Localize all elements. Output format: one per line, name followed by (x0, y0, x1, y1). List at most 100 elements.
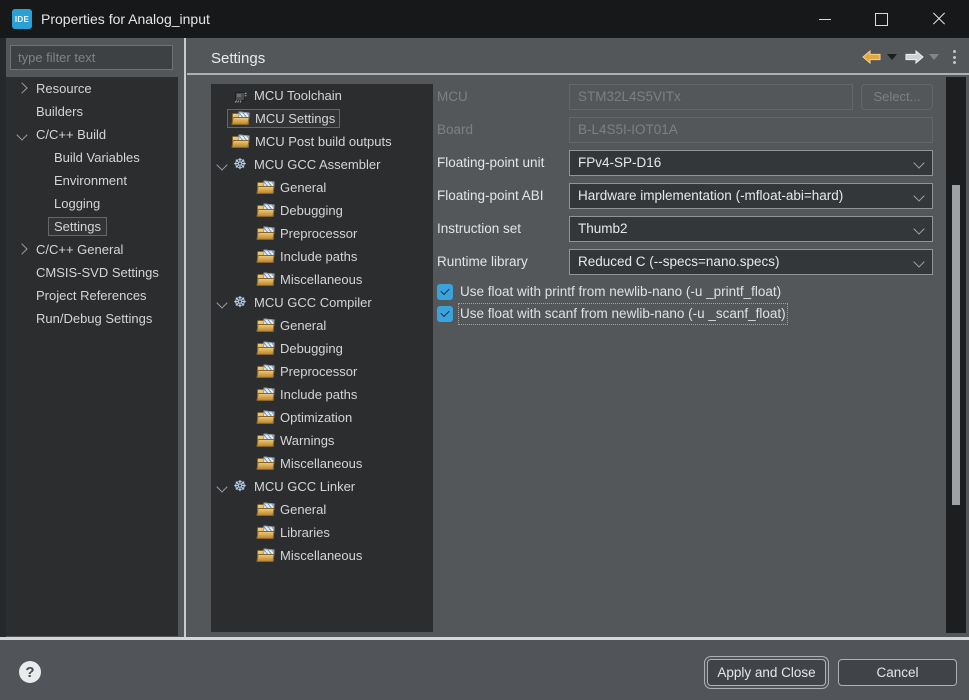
tree-item-mcu-gcc-linker[interactable]: MCU GCC Linker (211, 475, 433, 498)
chevron-down-icon[interactable] (216, 159, 227, 170)
folder-icon (257, 204, 274, 218)
folder-icon (257, 503, 274, 517)
chevron-down-icon (913, 190, 924, 201)
tree-item-mcu-gcc-compiler[interactable]: MCU GCC Compiler (211, 291, 433, 314)
printf-float-checkbox-row: Use float with printf from newlib-nano (… (437, 283, 781, 301)
properties-category-tree: Resource Builders C/C++ Build Build Vari… (6, 77, 178, 636)
cancel-button[interactable]: Cancel (838, 659, 957, 686)
sidebar-item-environment[interactable]: Environment (6, 169, 178, 192)
tree-item-compiler-warnings[interactable]: Warnings (211, 429, 433, 452)
floating-point-abi-dropdown[interactable]: Hardware implementation (-mfloat-abi=har… (569, 183, 933, 209)
sidebar-item-build-variables[interactable]: Build Variables (6, 146, 178, 169)
settings-sections-tree: MCU Toolchain MCU Settings MCU Post buil… (211, 84, 433, 632)
tree-item-compiler-debugging[interactable]: Debugging (211, 337, 433, 360)
tree-item-compiler-include-paths[interactable]: Include paths (211, 383, 433, 406)
folder-icon (257, 457, 274, 471)
checkbox-checked-icon[interactable] (437, 306, 453, 322)
tree-item-linker-libraries[interactable]: Libraries (211, 521, 433, 544)
folder-icon (257, 250, 274, 264)
tree-item-assembler-preprocessor[interactable]: Preprocessor (211, 222, 433, 245)
folder-icon (257, 273, 274, 287)
tree-item-compiler-preprocessor[interactable]: Preprocessor (211, 360, 433, 383)
sidebar-item-logging[interactable]: Logging (6, 192, 178, 215)
tree-item-assembler-miscellaneous[interactable]: Miscellaneous (211, 268, 433, 291)
chevron-down-icon (913, 256, 924, 267)
folder-icon (257, 434, 274, 448)
properties-dialog: IDE Properties for Analog_input Resource… (0, 0, 969, 700)
folder-icon (257, 365, 274, 379)
minimize-icon (819, 19, 831, 20)
filter-input[interactable] (10, 45, 173, 70)
tree-item-mcu-post-build-outputs[interactable]: MCU Post build outputs (211, 130, 433, 153)
folder-icon (257, 181, 274, 195)
minimize-button[interactable] (802, 0, 848, 38)
scanf-float-checkbox-label[interactable]: Use float with scanf from newlib-nano (-… (460, 305, 786, 323)
chevron-down-icon[interactable] (216, 297, 227, 308)
forward-button (901, 45, 927, 69)
app-logo-icon: IDE (12, 9, 32, 29)
printf-float-checkbox-label[interactable]: Use float with printf from newlib-nano (… (460, 283, 781, 301)
folder-icon (257, 342, 274, 356)
sidebar-item-settings[interactable]: Settings (6, 215, 178, 238)
sidebar-item-project-references[interactable]: Project References (6, 284, 178, 307)
view-menu-button[interactable] (950, 47, 958, 67)
dropdown-triangle-icon (929, 54, 939, 60)
apply-and-close-button[interactable]: Apply and Close (707, 659, 826, 686)
toolchain-wheel-icon (232, 157, 248, 173)
folder-icon (232, 135, 249, 149)
tree-item-compiler-optimization[interactable]: Optimization (211, 406, 433, 429)
scanf-float-checkbox-row: Use float with scanf from newlib-nano (-… (437, 305, 786, 323)
toolchain-wheel-icon (232, 295, 248, 311)
maximize-button[interactable] (858, 0, 904, 38)
tree-item-mcu-gcc-assembler[interactable]: MCU GCC Assembler (211, 153, 433, 176)
title-bar: IDE Properties for Analog_input (0, 0, 969, 38)
sidebar-item-builders[interactable]: Builders (6, 100, 178, 123)
tree-item-mcu-settings[interactable]: MCU Settings (211, 107, 433, 130)
header-separator (187, 73, 969, 75)
tree-item-assembler-debugging[interactable]: Debugging (211, 199, 433, 222)
tree-item-compiler-general[interactable]: General (211, 314, 433, 337)
tree-item-assembler-include-paths[interactable]: Include paths (211, 245, 433, 268)
forward-history-dropdown (926, 45, 942, 69)
checkbox-checked-icon[interactable] (437, 284, 453, 300)
maximize-icon (875, 13, 888, 26)
folder-icon (257, 227, 274, 241)
sidebar-item-cpp-general[interactable]: C/C++ General (6, 238, 178, 261)
board-label: Board (437, 117, 473, 143)
back-history-dropdown[interactable] (884, 45, 900, 69)
instruction-set-label: Instruction set (437, 216, 521, 242)
runtime-library-dropdown[interactable]: Reduced C (--specs=nano.specs) (569, 249, 933, 275)
folder-icon (257, 526, 274, 540)
folder-icon (257, 319, 274, 333)
chevron-down-icon[interactable] (216, 481, 227, 492)
selected-item-box: MCU Settings (227, 109, 340, 128)
tree-item-assembler-general[interactable]: General (211, 176, 433, 199)
mcu-select-button: Select... (861, 84, 933, 110)
back-button[interactable] (858, 45, 884, 69)
sidebar-item-cpp-build[interactable]: C/C++ Build (6, 123, 178, 146)
close-icon (931, 11, 947, 27)
tree-item-linker-general[interactable]: General (211, 498, 433, 521)
folder-icon (257, 549, 274, 563)
board-field: B-L4S5I-IOT01A (569, 117, 933, 143)
close-button[interactable] (916, 0, 962, 38)
chevron-down-icon (913, 223, 924, 234)
sidebar-item-resource[interactable]: Resource (6, 77, 178, 100)
tree-item-compiler-miscellaneous[interactable]: Miscellaneous (211, 452, 433, 475)
folder-icon (232, 112, 249, 126)
sidebar-item-cmsis-svd-settings[interactable]: CMSIS-SVD Settings (6, 261, 178, 284)
sidebar-item-run-debug-settings[interactable]: Run/Debug Settings (6, 307, 178, 330)
vertical-scrollbar[interactable] (946, 77, 966, 633)
tree-item-linker-miscellaneous[interactable]: Miscellaneous (211, 544, 433, 567)
floating-point-abi-label: Floating-point ABI (437, 183, 544, 209)
floating-point-unit-dropdown[interactable]: FPv4-SP-D16 (569, 150, 933, 176)
help-button[interactable]: ? (19, 661, 41, 683)
mcu-field: STM32L4S5VITx (569, 84, 853, 110)
instruction-set-dropdown[interactable]: Thumb2 (569, 216, 933, 242)
tree-item-mcu-toolchain[interactable]: MCU Toolchain (211, 84, 433, 107)
scrollbar-thumb[interactable] (952, 185, 960, 505)
panel-separator[interactable] (184, 38, 186, 637)
selected-item-box: Settings (48, 217, 107, 236)
mcu-label: MCU (437, 84, 468, 110)
chevron-down-icon (913, 157, 924, 168)
